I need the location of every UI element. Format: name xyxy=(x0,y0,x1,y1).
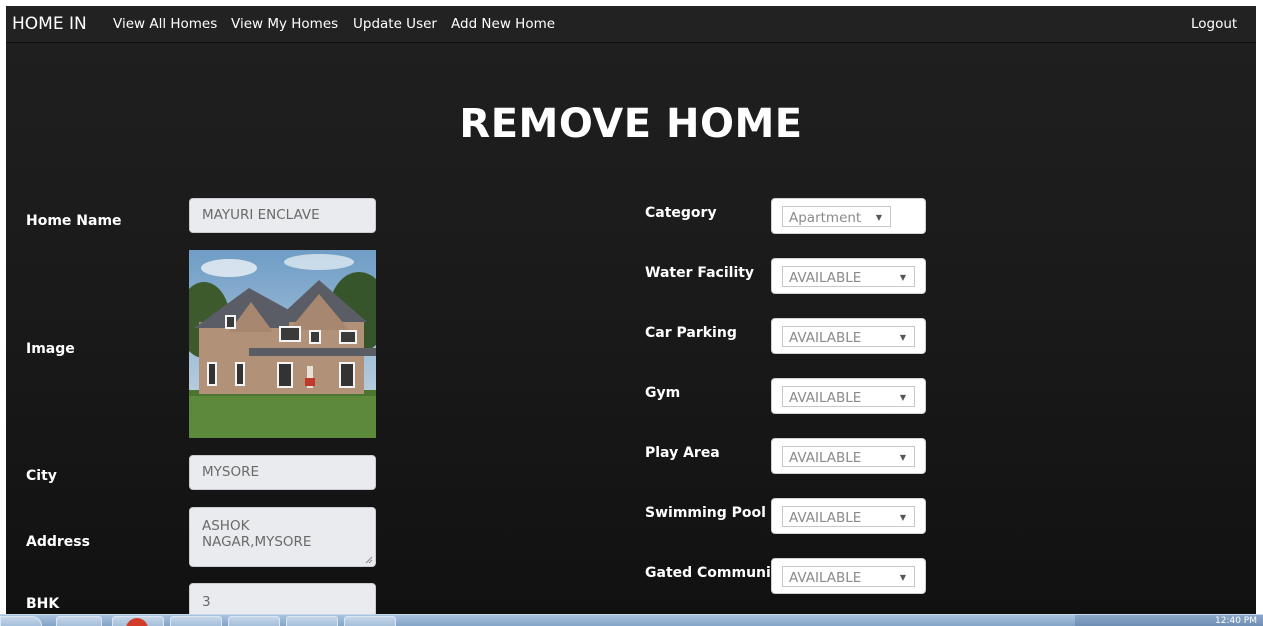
water-facility-select[interactable]: AVAILABLE ▼ xyxy=(771,258,926,294)
gym-select[interactable]: AVAILABLE ▼ xyxy=(771,378,926,414)
category-label: Category xyxy=(645,205,717,221)
taskbar-app-terminal[interactable] xyxy=(344,616,396,626)
system-tray: 12:40 PM xyxy=(1075,615,1263,626)
address-textarea[interactable]: ASHOK NAGAR,MYSORE xyxy=(189,507,376,567)
gym-label: Gym xyxy=(645,385,681,401)
chevron-down-icon: ▼ xyxy=(899,333,906,342)
bhk-label: BHK xyxy=(26,596,60,612)
swimming-pool-label: Swimming Pool xyxy=(645,505,766,521)
navbar: HOME IN View All Homes View My Homes Upd… xyxy=(6,6,1256,43)
start-button[interactable] xyxy=(0,616,42,626)
logout-link[interactable]: Logout xyxy=(1191,16,1237,32)
taskbar-app-database[interactable] xyxy=(286,616,338,626)
taskbar-app-explorer[interactable] xyxy=(228,616,280,626)
address-label: Address xyxy=(26,534,90,550)
home-name-field[interactable]: MAYURI ENCLAVE xyxy=(189,198,376,233)
chevron-down-icon: ▼ xyxy=(899,513,906,522)
gated-community-label: Gated Community xyxy=(645,565,787,581)
gated-community-value: AVAILABLE xyxy=(789,570,862,586)
gated-community-select[interactable]: AVAILABLE ▼ xyxy=(771,558,926,594)
page-title: REMOVE HOME xyxy=(459,101,803,147)
nav-add-new-home[interactable]: Add New Home xyxy=(451,16,555,32)
image-label: Image xyxy=(26,341,75,357)
brand-logo[interactable]: HOME IN xyxy=(12,14,87,34)
car-parking-label: Car Parking xyxy=(645,325,737,341)
car-parking-select[interactable]: AVAILABLE ▼ xyxy=(771,318,926,354)
gym-value: AVAILABLE xyxy=(789,390,862,406)
bhk-field[interactable]: 3 xyxy=(189,583,376,615)
chrome-icon xyxy=(126,618,148,626)
swimming-pool-select[interactable]: AVAILABLE ▼ xyxy=(771,498,926,534)
main-content: REMOVE HOME Home Name MAYURI ENCLAVE Ima… xyxy=(6,43,1256,615)
home-image xyxy=(189,250,376,438)
taskbar-clock[interactable]: 12:40 PM xyxy=(1215,616,1257,626)
taskbar-app-ie[interactable] xyxy=(56,616,102,626)
chevron-down-icon: ▼ xyxy=(899,273,906,282)
play-area-label: Play Area xyxy=(645,445,720,461)
taskbar-app-chrome[interactable] xyxy=(112,616,164,626)
category-value: Apartment xyxy=(789,210,862,226)
chevron-down-icon: ▼ xyxy=(899,453,906,462)
address-value: ASHOK NAGAR,MYSORE xyxy=(202,518,312,550)
water-facility-label: Water Facility xyxy=(645,265,755,281)
resize-grip-icon[interactable] xyxy=(365,556,373,564)
chevron-down-icon: ▼ xyxy=(875,213,882,222)
city-label: City xyxy=(26,468,57,484)
swimming-pool-value: AVAILABLE xyxy=(789,510,862,526)
os-taskbar: 12:40 PM xyxy=(0,614,1263,626)
car-parking-value: AVAILABLE xyxy=(789,330,862,346)
nav-view-all-homes[interactable]: View All Homes xyxy=(113,16,217,32)
nav-update-user[interactable]: Update User xyxy=(353,16,437,32)
home-name-label: Home Name xyxy=(26,213,122,229)
city-field[interactable]: MYSORE xyxy=(189,455,376,490)
chevron-down-icon: ▼ xyxy=(899,393,906,402)
play-area-select[interactable]: AVAILABLE ▼ xyxy=(771,438,926,474)
chevron-down-icon: ▼ xyxy=(899,573,906,582)
water-facility-value: AVAILABLE xyxy=(789,270,862,286)
nav-view-my-homes[interactable]: View My Homes xyxy=(231,16,338,32)
category-select[interactable]: Apartment ▼ xyxy=(771,198,926,234)
play-area-value: AVAILABLE xyxy=(789,450,862,466)
taskbar-app-visual-studio[interactable] xyxy=(170,616,222,626)
